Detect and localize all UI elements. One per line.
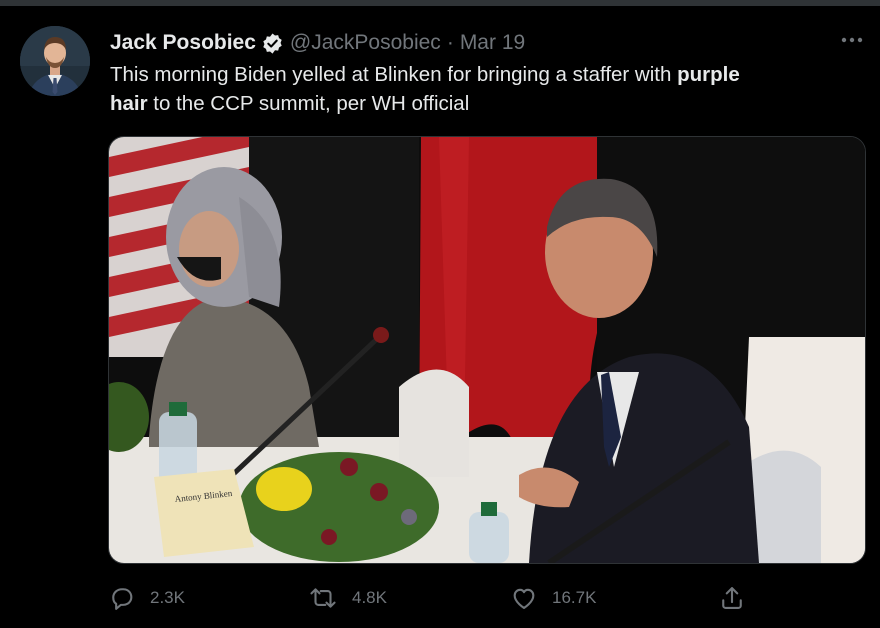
author-avatar[interactable] <box>20 26 90 96</box>
tweet-text-part: This morning Biden yelled at Blinken for… <box>110 63 678 86</box>
like-count: 16.7K <box>552 588 597 607</box>
tweet-text-bold: purple <box>677 63 740 86</box>
reply-button[interactable]: 2.3K <box>108 582 185 614</box>
heart-icon <box>513 588 535 609</box>
more-icon[interactable] <box>838 28 866 52</box>
flower-arrangement <box>239 452 439 562</box>
retweet-count: 4.8K <box>352 588 387 607</box>
reply-icon <box>112 588 133 610</box>
share-button[interactable] <box>718 582 760 614</box>
tweet-actions: 2.3K 4.8K 16.7K <box>108 582 758 614</box>
share-icon <box>722 587 742 609</box>
tweet-header: Jack Posobiec @JackPosobiec · Mar 19 <box>110 29 525 57</box>
tweet-text-part: to the CCP summit, per WH official <box>147 92 470 115</box>
retweet-button[interactable]: 4.8K <box>308 582 387 614</box>
top-divider <box>0 0 880 6</box>
verified-badge-icon <box>261 32 284 55</box>
tweet-text-bold: hair <box>110 92 148 115</box>
reply-count: 2.3K <box>150 588 185 607</box>
tweet-text: This morning Biden yelled at Blinken for… <box>110 60 870 118</box>
header-separator: · <box>446 31 454 54</box>
author-name[interactable]: Jack Posobiec <box>110 31 256 55</box>
retweet-icon <box>310 588 336 608</box>
like-button[interactable]: 16.7K <box>510 582 596 614</box>
author-handle[interactable]: @JackPosobiec <box>290 31 441 55</box>
tweet-date[interactable]: Mar 19 <box>460 31 525 55</box>
tweet-media-image[interactable]: Antony Blinken <box>108 136 866 564</box>
